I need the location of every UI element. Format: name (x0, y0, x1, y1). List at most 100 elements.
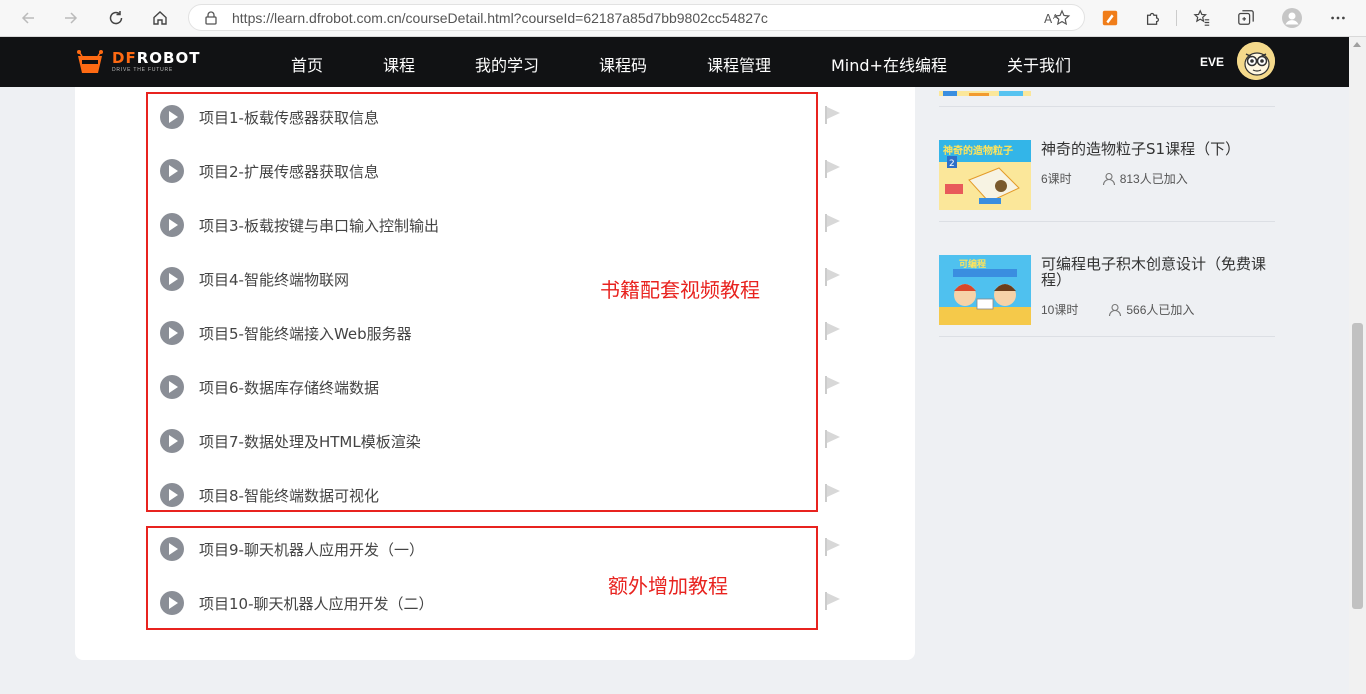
lesson-item[interactable]: 项目1-板载传感器获取信息 (160, 104, 379, 130)
home-button[interactable] (147, 6, 173, 30)
address-bar[interactable]: https://learn.dfrobot.com.cn/courseDetai… (188, 4, 1085, 31)
play-icon (160, 483, 184, 507)
lesson-item[interactable]: 项目6-数据库存储终端数据 (160, 374, 379, 400)
dfrobot-logo[interactable]: DFROBOT DRIVE THE FUTURE (74, 48, 200, 76)
extension-icon[interactable] (1100, 8, 1120, 28)
logo-tagline: DRIVE THE FUTURE (112, 67, 174, 73)
lesson-item[interactable]: 项目4-智能终端物联网 (160, 266, 349, 292)
lesson-item[interactable]: 项目5-智能终端接入Web服务器 (160, 320, 412, 346)
sidebar-divider (939, 221, 1275, 222)
lesson-title: 项目2-扩展传感器获取信息 (199, 162, 379, 181)
nav-courses[interactable]: 课程 (383, 52, 415, 76)
lesson-title: 项目1-板载传感器获取信息 (199, 108, 379, 127)
puzzle-icon[interactable] (1143, 8, 1163, 28)
thumbnail-title: 神奇的造物粒子 (943, 144, 1013, 157)
course-thumbnail[interactable]: 神奇的造物粒子 2 (939, 140, 1031, 210)
nav-home[interactable]: 首页 (291, 52, 323, 76)
arrow-left-icon (21, 12, 34, 24)
flag-icon (825, 160, 840, 178)
play-icon (160, 105, 184, 129)
back-button[interactable] (15, 6, 41, 30)
lesson-item[interactable]: 项目7-数据处理及HTML模板渲染 (160, 428, 421, 454)
course-lessons-count: 6课时 (1041, 172, 1072, 186)
forward-button[interactable] (58, 6, 84, 30)
avatar[interactable] (1237, 42, 1275, 80)
refresh-button[interactable] (103, 6, 129, 30)
course-title[interactable]: 神奇的造物粒子S1课程（下） (1041, 141, 1273, 157)
sidebar-divider (939, 336, 1275, 337)
browser-toolbar: https://learn.dfrobot.com.cn/courseDetai… (0, 0, 1366, 37)
favorites-icon[interactable] (1192, 8, 1212, 28)
flag-icon (825, 214, 840, 232)
lesson-item[interactable]: 项目3-板载按键与串口输入控制输出 (160, 212, 439, 238)
lesson-title: 项目5-智能终端接入Web服务器 (199, 324, 412, 343)
lesson-title: 项目4-智能终端物联网 (199, 270, 349, 289)
book-videos-annotation: 书籍配套视频教程 (600, 278, 760, 302)
svg-text:2: 2 (949, 159, 955, 169)
nav-course-code[interactable]: 课程码 (599, 52, 647, 76)
more-icon[interactable] (1328, 8, 1348, 28)
lesson-title: 项目8-智能终端数据可视化 (199, 486, 379, 505)
flag-icon (825, 376, 840, 394)
course-joined-count: 566人已加入 (1126, 303, 1195, 317)
flag-icon (825, 322, 840, 340)
add-favorite-icon[interactable] (1053, 9, 1071, 27)
nav-mind-plus[interactable]: Mind+在线编程 (831, 52, 947, 76)
play-icon (160, 267, 184, 291)
page-scrollbar[interactable] (1349, 37, 1366, 694)
course-meta: 10课时 566人已加入 (1041, 301, 1194, 318)
flag-icon (825, 592, 840, 610)
nav-about-us[interactable]: 关于我们 (1007, 52, 1071, 76)
logo-robot: ROBOT (136, 49, 201, 67)
person-icon (1109, 303, 1122, 316)
thumbnail-title: 可编程 (959, 258, 986, 270)
site-header: DFROBOT DRIVE THE FUTURE 首页 课程 我的学习 课程码 … (0, 37, 1349, 87)
lesson-item[interactable]: 项目8-智能终端数据可视化 (160, 482, 379, 508)
lesson-item[interactable]: 项目10-聊天机器人应用开发（二） (160, 590, 434, 616)
course-meta: 6课时 813人已加入 (1041, 170, 1188, 187)
course-lessons-count: 10课时 (1041, 303, 1079, 317)
lesson-item[interactable]: 项目2-扩展传感器获取信息 (160, 158, 379, 184)
url-text: https://learn.dfrobot.com.cn/courseDetai… (232, 10, 768, 26)
lesson-title: 项目3-板载按键与串口输入控制输出 (199, 216, 439, 235)
arrow-right-icon (65, 12, 78, 24)
flag-icon (825, 430, 840, 448)
play-icon (160, 429, 184, 453)
course-title[interactable]: 可编程电子积木创意设计（免费课程） (1041, 256, 1273, 288)
flag-icon (825, 484, 840, 502)
svg-text:A: A (1044, 12, 1053, 26)
play-icon (160, 537, 184, 561)
play-icon (160, 159, 184, 183)
course-thumbnail[interactable]: 可编程 (939, 255, 1031, 325)
person-icon (1102, 172, 1115, 185)
robot-logo-icon (77, 50, 103, 73)
nav-my-learning[interactable]: 我的学习 (475, 52, 539, 76)
play-icon (160, 591, 184, 615)
course-joined-count: 813人已加入 (1119, 172, 1188, 186)
lock-icon (205, 11, 217, 25)
play-icon (160, 321, 184, 345)
nav-course-management[interactable]: 课程管理 (707, 52, 771, 76)
extra-tutorials-annotation: 额外增加教程 (608, 574, 728, 598)
toolbar-divider (1176, 10, 1177, 26)
scroll-thumb[interactable] (1352, 323, 1363, 609)
lesson-title: 项目7-数据处理及HTML模板渲染 (199, 432, 421, 451)
lesson-title: 项目6-数据库存储终端数据 (199, 378, 379, 397)
play-icon (160, 213, 184, 237)
flag-icon (825, 268, 840, 286)
profile-icon[interactable] (1282, 8, 1302, 28)
lesson-title: 项目9-聊天机器人应用开发（一） (199, 540, 424, 559)
scroll-up-arrow[interactable] (1353, 42, 1361, 47)
sidebar-divider (939, 106, 1275, 107)
logo-df: DF (112, 49, 137, 67)
course-thumbnail-partial[interactable] (939, 87, 1031, 96)
home-icon (153, 11, 167, 25)
collections-icon[interactable] (1236, 8, 1256, 28)
lesson-item[interactable]: 项目9-聊天机器人应用开发（一） (160, 536, 424, 562)
lesson-title: 项目10-聊天机器人应用开发（二） (199, 594, 434, 613)
refresh-icon (109, 11, 123, 25)
flag-icon (825, 106, 840, 124)
play-icon (160, 375, 184, 399)
user-name[interactable]: EVE (1200, 55, 1224, 69)
flag-icon (825, 538, 840, 556)
